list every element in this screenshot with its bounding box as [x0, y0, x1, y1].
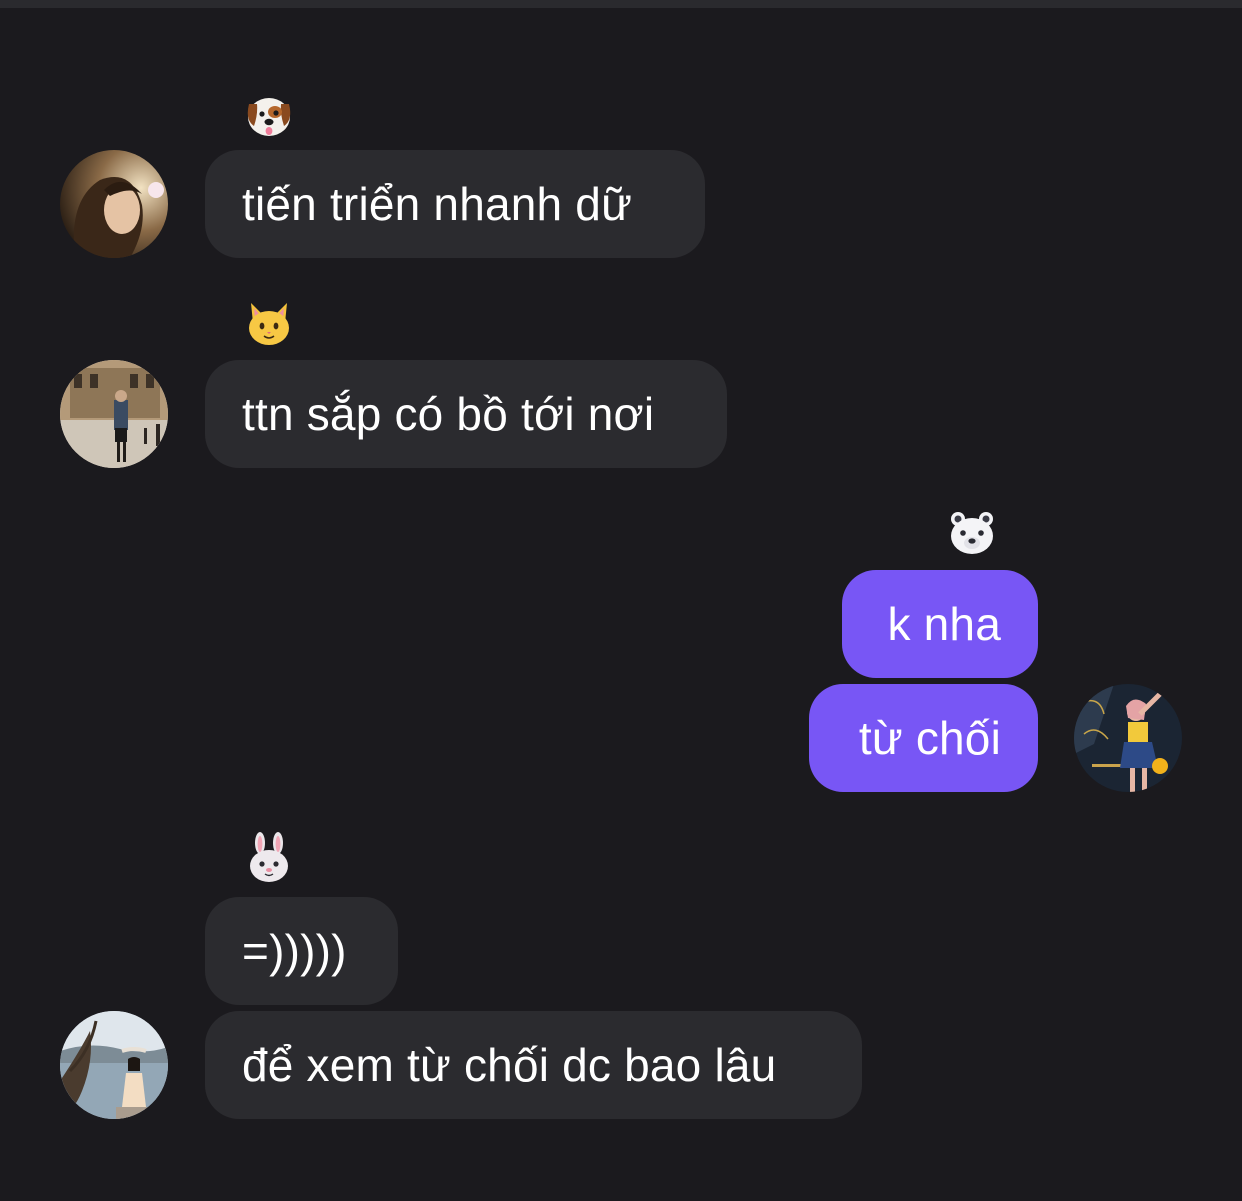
- message-bubble-outgoing[interactable]: từ chối: [809, 684, 1038, 792]
- message-text: k nha: [887, 598, 1001, 650]
- message-text: ttn sắp có bồ tới nơi: [242, 388, 655, 440]
- polar-bear-face-icon: [946, 507, 998, 559]
- avatar[interactable]: [60, 1011, 168, 1119]
- message-text: từ chối: [858, 712, 1001, 764]
- chat-thread[interactable]: tiến triển nhanh dữ ttn sắp có bồ tới nơ…: [0, 0, 1242, 1201]
- dog-face-icon: [243, 90, 295, 142]
- message-bubble-outgoing[interactable]: k nha: [842, 570, 1038, 678]
- message-bubble-incoming[interactable]: =))))): [205, 897, 398, 1005]
- cat-face-icon: [243, 297, 295, 349]
- message-text: để xem từ chối dc bao lâu: [242, 1039, 777, 1091]
- my-avatar[interactable]: [1074, 684, 1182, 792]
- message-bubble-incoming[interactable]: tiến triển nhanh dữ: [205, 150, 705, 258]
- message-text: tiến triển nhanh dữ: [242, 178, 633, 230]
- avatar[interactable]: [60, 150, 168, 258]
- avatar[interactable]: [60, 360, 168, 468]
- message-bubble-incoming[interactable]: để xem từ chối dc bao lâu: [205, 1011, 862, 1119]
- message-text: =))))): [242, 925, 347, 977]
- rabbit-face-icon: [243, 832, 295, 884]
- message-bubble-incoming[interactable]: ttn sắp có bồ tới nơi: [205, 360, 727, 468]
